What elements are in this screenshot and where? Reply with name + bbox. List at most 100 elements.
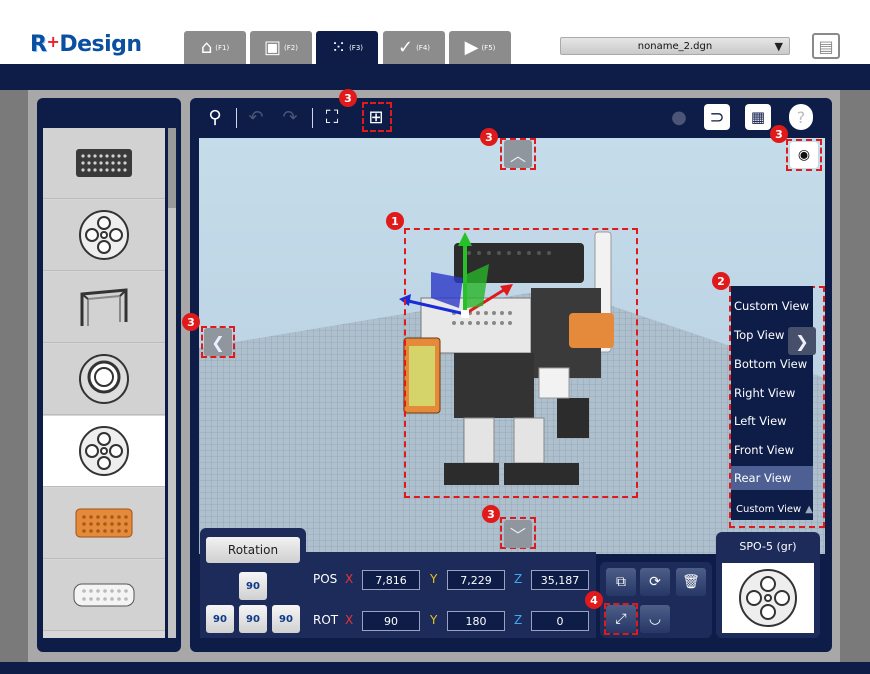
redo-icon: ↷ (282, 106, 298, 128)
view-item-front[interactable]: Front View (731, 438, 813, 462)
trash-icon: 🗑 (682, 574, 700, 590)
right-border (840, 90, 870, 662)
rotate-90-y-button[interactable]: 90 (239, 572, 267, 600)
view-menu[interactable]: Custom View Top View Bottom View Right V… (731, 286, 813, 520)
rot-y-input[interactable]: 180 (447, 611, 505, 631)
copy-part-button[interactable]: ⧉ (606, 568, 636, 596)
grid-button[interactable]: ▦ (745, 104, 771, 130)
callout-badge-3: 3 (480, 128, 498, 146)
save-icon: ▤ (818, 36, 834, 56)
focus-robot-button[interactable]: ⛶ (318, 104, 346, 130)
visibility-button[interactable]: ● (666, 104, 692, 130)
callout-zoom-fit-box (362, 102, 392, 132)
undo-button[interactable]: ↶ (242, 104, 270, 130)
tab-robot[interactable]: ▣ (F2) (250, 31, 312, 65)
toolbar-separator (312, 108, 313, 128)
tab-assembly[interactable]: ⁙ (F3) (316, 31, 378, 65)
pos-y-input[interactable]: 7,229 (447, 570, 505, 590)
camera-info-button[interactable]: ◉ (790, 142, 818, 168)
robot-focus-icon: ⛶ (325, 106, 339, 128)
parts-scrollbar-thumb[interactable] (168, 128, 176, 208)
part-item[interactable] (43, 560, 165, 631)
left-border (0, 90, 28, 662)
connect-part-button[interactable]: ⤢ (606, 605, 636, 633)
pos-z-input[interactable]: 35,187 (531, 570, 589, 590)
view-item-custom[interactable]: Custom View (731, 294, 813, 318)
rot-y-label: Y (430, 613, 438, 627)
toolbar-separator (236, 108, 237, 128)
chevron-left-icon: ❮ (211, 332, 225, 352)
wheel-part-icon (739, 569, 797, 627)
copy-icon: ⧉ (616, 574, 626, 590)
pan-down-button[interactable]: ﹀ (504, 520, 532, 548)
callout-robot-box (404, 228, 638, 498)
pan-up-button[interactable]: ︿ (504, 140, 532, 168)
rotate-90-x-button[interactable]: 90 (206, 605, 234, 633)
link-icon: ⤢ (615, 611, 627, 627)
parts-list[interactable] (43, 128, 165, 638)
pos-y-label: Y (430, 572, 438, 586)
save-button[interactable]: ▤ (812, 33, 840, 59)
magnet-icon: ⊃ (709, 106, 725, 128)
callout-badge-3: 3 (182, 313, 200, 331)
swap-part-button[interactable]: ⟳ (640, 568, 670, 596)
wheel-part-icon (79, 426, 129, 476)
ring-part-icon (79, 354, 129, 404)
footer-band (0, 662, 870, 674)
part-item-selected[interactable] (43, 416, 165, 487)
file-name: noname_2.dgn (637, 40, 713, 52)
selected-part-name: SPO-5 (gr) (739, 540, 797, 553)
redo-button[interactable]: ↷ (276, 104, 304, 130)
tab-home[interactable]: ⌂ (F1) (184, 31, 246, 65)
tab-video[interactable]: ▶ (F5) (449, 31, 511, 65)
callout-badge-3: 3 (770, 125, 788, 143)
rot-z-label: Z (514, 613, 523, 627)
chevron-up-icon: ︿ (509, 146, 526, 165)
rot-z-input[interactable]: 0 (531, 611, 589, 631)
rotate-icon: 90 (213, 613, 227, 625)
part-item[interactable] (43, 344, 165, 415)
wheel-part-icon (79, 210, 129, 260)
camera-info-icon: ◉ (797, 147, 811, 163)
tab-check[interactable]: ✓ (F4) (383, 31, 445, 65)
eye-icon: ● (671, 106, 687, 128)
view-item-rear[interactable]: Rear View (731, 466, 813, 490)
home-icon: ⌂ (200, 37, 213, 58)
help-button[interactable]: ? (789, 104, 813, 130)
view-item-left[interactable]: Left View (731, 409, 813, 433)
part-item[interactable] (43, 128, 165, 199)
rotate-90-z-button[interactable]: 90 (239, 605, 267, 633)
view-item-bottom[interactable]: Bottom View (731, 352, 813, 376)
robot-icon: ▣ (264, 37, 282, 58)
part-item[interactable] (43, 200, 165, 271)
orange-plate-part-icon (75, 508, 133, 538)
magnet-button[interactable]: ⊃ (704, 104, 730, 130)
selected-part-preview (722, 563, 814, 633)
add-part-button[interactable]: ⚲ (200, 104, 230, 130)
part-item[interactable] (43, 488, 165, 559)
callout-badge-4: 4 (585, 591, 603, 609)
file-select[interactable]: noname_2.dgn ▼ (560, 37, 790, 55)
hide-part-button[interactable]: ◡ (640, 605, 670, 633)
rotate-icon: 90 (246, 613, 260, 625)
delete-part-button[interactable]: 🗑 (676, 568, 706, 596)
pan-left-button[interactable]: ❮ (204, 328, 232, 356)
rot-x-label: X (345, 613, 354, 627)
swap-icon: ⟳ (649, 574, 661, 590)
rotate-90-ccw-button[interactable]: 90 (272, 605, 300, 633)
rotate-icon: 90 (246, 580, 260, 592)
pan-right-button[interactable]: ❯ (788, 327, 816, 355)
help-icon: ? (796, 107, 806, 127)
pos-x-input[interactable]: 7,816 (362, 570, 420, 590)
view-menu-footer[interactable]: Custom View ▲ (731, 500, 813, 518)
header-band (0, 64, 870, 90)
callout-badge-1: 1 (386, 212, 404, 230)
part-item[interactable] (43, 272, 165, 343)
view-item-right[interactable]: Right View (731, 381, 813, 405)
rot-x-input[interactable]: 90 (362, 611, 420, 631)
rotation-button[interactable]: Rotation (206, 537, 300, 563)
rot-label: ROT (313, 613, 339, 627)
pos-x-label: X (345, 572, 354, 586)
plate-part-icon (76, 149, 132, 177)
grid-icon: ▦ (750, 108, 766, 126)
